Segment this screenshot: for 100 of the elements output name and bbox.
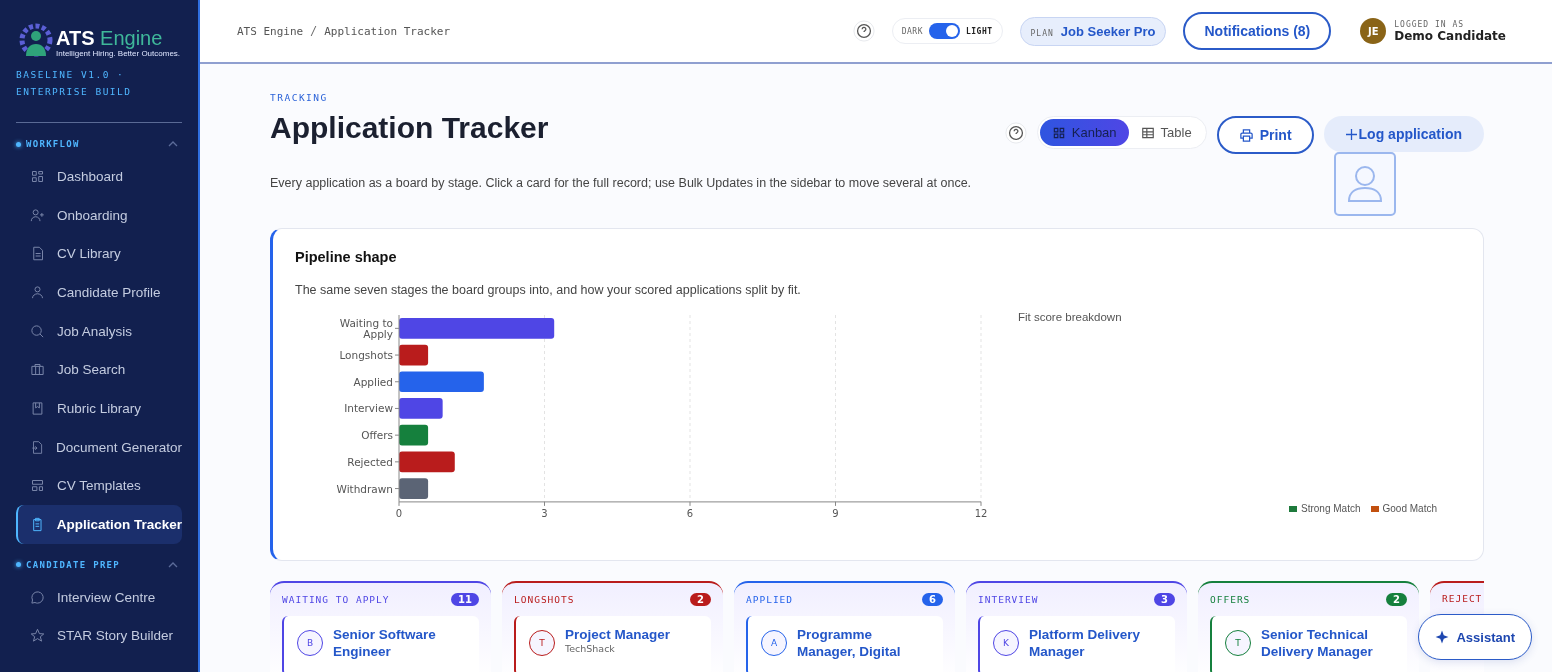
- application-card[interactable]: A Programme Manager, Digital: [746, 616, 943, 672]
- view-tab[interactable]: Table: [1128, 119, 1204, 146]
- application-card[interactable]: T Project Manager TechShack: [514, 616, 711, 672]
- sidebar-item[interactable]: Candidate Profile: [16, 273, 182, 312]
- column-title: OFFERS: [1210, 594, 1251, 605]
- printer-icon: [1238, 127, 1254, 143]
- application-card[interactable]: B Senior Software Engineer: [282, 616, 479, 672]
- company-avatar: K: [993, 630, 1019, 656]
- column-title: APPLIED: [746, 594, 794, 605]
- section-title: CANDIDATE PREP: [26, 559, 122, 570]
- plus-icon: [1345, 128, 1357, 140]
- company-avatar: A: [761, 630, 787, 656]
- light-label: LIGHT: [965, 26, 993, 36]
- axis-label: Rejected: [347, 455, 393, 468]
- notifications-button[interactable]: Notifications (8): [1183, 12, 1332, 50]
- count-badge: 3: [1154, 593, 1175, 606]
- company-avatar: T: [1225, 630, 1251, 656]
- dark-label: DARK: [901, 26, 923, 36]
- nav-icon: [30, 589, 45, 605]
- job-title[interactable]: Senior Technical Delivery Manager: [1261, 626, 1397, 660]
- legend-label: Good Match: [1382, 503, 1437, 514]
- sidebar-item[interactable]: Job Analysis: [16, 311, 182, 351]
- sidebar-item[interactable]: CV Library: [16, 234, 182, 274]
- sparkle-icon: [1435, 630, 1450, 644]
- sidebar-item[interactable]: Application Tracker: [16, 505, 182, 544]
- section-dot-icon: [16, 562, 21, 568]
- user-caption: LOGGED IN AS: [1394, 19, 1466, 29]
- plan-name: Job Seeker Pro: [1060, 23, 1156, 39]
- user-name: Demo Candidate: [1394, 28, 1506, 43]
- sidebar-item[interactable]: Dashboard: [16, 157, 182, 196]
- column-title: INTERVIEW: [978, 594, 1039, 605]
- application-card[interactable]: K Platform Delivery Manager: [978, 616, 1175, 672]
- chart-title: Fit score breakdown: [1018, 311, 1123, 325]
- theme-switch[interactable]: [928, 23, 960, 39]
- table-icon: [1140, 125, 1155, 140]
- job-title[interactable]: Platform Delivery Manager: [1029, 626, 1165, 660]
- axis-label: Waiting to Apply: [339, 316, 393, 340]
- sidebar-item[interactable]: Document Generator: [16, 427, 182, 467]
- sidebar-item[interactable]: Interview Centre: [16, 577, 182, 617]
- print-button[interactable]: Print: [1216, 116, 1314, 154]
- tick-label: 9: [832, 507, 839, 519]
- card-subtitle: The same seven stages the board groups into, and how your scored applications split by fit.: [295, 283, 802, 297]
- nav-icon: [30, 478, 45, 494]
- page-title: Application Tracker: [270, 111, 549, 145]
- breadcrumb-item: Application Tracker: [324, 24, 451, 38]
- count-badge: 2: [690, 593, 711, 606]
- column-title: WAITING TO APPLY: [282, 594, 390, 605]
- chevron-icon[interactable]: [168, 561, 178, 568]
- help-icon[interactable]: [1004, 122, 1027, 144]
- section-title: WORKFLOW: [26, 139, 81, 149]
- nav-icon: [30, 284, 45, 300]
- tick-label: 0: [395, 507, 403, 519]
- sidebar-item[interactable]: CV Templates: [16, 466, 182, 506]
- axis-label: Offers: [361, 429, 393, 442]
- nav-icon: [30, 362, 45, 378]
- grid-icon: [1051, 125, 1066, 140]
- axis-label: Applied: [353, 375, 393, 388]
- log-application-button[interactable]: Log application: [1323, 116, 1484, 152]
- sidebar-item[interactable]: Rubric Library: [16, 389, 182, 428]
- plan-label: PLAN: [1030, 28, 1054, 38]
- user-placeholder-icon: [1333, 152, 1396, 216]
- nav-icon: [30, 207, 45, 223]
- tick-label: 3: [541, 507, 548, 519]
- brand-tagline: Intelligent Hiring. Better Outcomes.: [56, 48, 181, 58]
- tick-label: 6: [686, 507, 694, 519]
- axis-label: Withdrawn: [336, 482, 393, 495]
- nav-icon: [30, 439, 44, 455]
- nav-icon: [30, 517, 45, 533]
- nav-icon: [30, 628, 45, 644]
- nav-icon: [30, 323, 45, 339]
- section-dot-icon: [16, 141, 21, 147]
- sidebar-item[interactable]: Job Search: [16, 350, 182, 390]
- help-icon[interactable]: [852, 20, 875, 42]
- company-avatar: T: [529, 630, 555, 656]
- chevron-icon[interactable]: [168, 141, 178, 147]
- assistant-button[interactable]: Assistant: [1418, 614, 1532, 660]
- page-description: Every application as a board by stage. Click a card for the full record; use Bulk Updates in the sidebar to move several at once.: [270, 176, 973, 190]
- nav-icon: [30, 246, 45, 262]
- breadcrumb-item[interactable]: ATS Engine: [237, 24, 304, 38]
- count-badge: 6: [922, 593, 943, 606]
- nav-icon: [30, 400, 45, 416]
- axis-label: Interview: [344, 402, 393, 415]
- sidebar-item[interactable]: STAR Story Builder: [16, 616, 182, 656]
- page-eyebrow: TRACKING: [270, 92, 329, 103]
- axis-label: Longshots: [339, 349, 393, 362]
- company-avatar: B: [297, 630, 323, 656]
- count-badge: 11: [451, 593, 479, 606]
- job-title[interactable]: Programme Manager, Digital: [797, 626, 933, 660]
- brand-name: ATS Engine: [56, 26, 164, 49]
- card-title: Pipeline shape: [295, 249, 398, 265]
- count-badge: 2: [1386, 593, 1407, 606]
- build-label: BASELINE V1.0 · ENTERPRISE BUILD: [16, 66, 182, 123]
- legend-label: Strong Match: [1301, 503, 1361, 514]
- job-title[interactable]: Project Manager: [565, 626, 671, 643]
- application-card[interactable]: T Senior Technical Delivery Manager: [1210, 616, 1407, 672]
- tick-label: 12: [974, 507, 988, 519]
- user-avatar[interactable]: JE: [1360, 18, 1387, 44]
- column-title: LONGSHOTS: [514, 594, 575, 605]
- job-title[interactable]: Senior Software Engineer: [333, 626, 469, 660]
- sidebar-item[interactable]: Onboarding: [16, 195, 182, 235]
